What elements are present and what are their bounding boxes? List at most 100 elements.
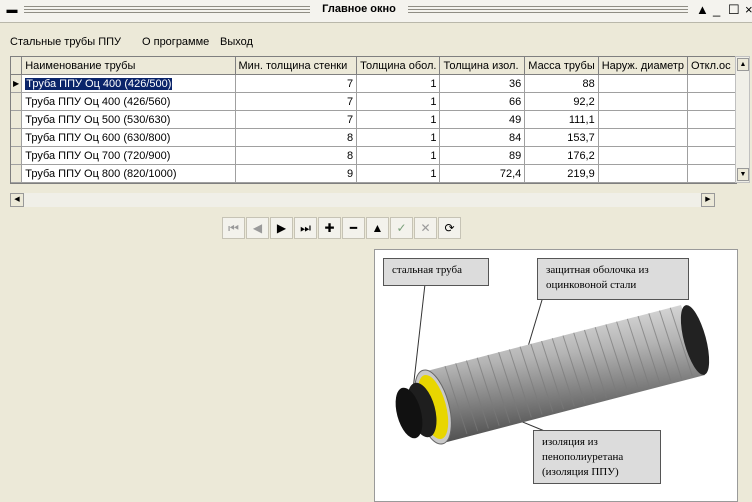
cell-pipe-mass[interactable]: 219,9 bbox=[524, 164, 599, 183]
grid-corner bbox=[11, 57, 23, 75]
callout-insulation: изоляция из пенополиуретана (изоляция ПП… bbox=[533, 430, 661, 484]
column-header-pipe-mass[interactable]: Масса трубы bbox=[524, 57, 599, 75]
cell-name[interactable]: Труба ППУ Оц 400 (426/560) bbox=[21, 92, 236, 111]
pipe-illustration: стальная труба защитная оболочка из оцин… bbox=[374, 249, 738, 502]
cell-deviation[interactable] bbox=[687, 128, 736, 147]
system-menu-icon[interactable]: ▬ bbox=[6, 5, 18, 16]
cell-outer-diameter[interactable] bbox=[598, 74, 689, 93]
column-header-shell-thickness[interactable]: Толщина обол. bbox=[356, 57, 441, 75]
window-title: Главное окно bbox=[322, 3, 396, 15]
table-row[interactable]: Труба ППУ Оц 600 (630/800) 8 1 84 153,7 bbox=[11, 128, 736, 147]
cell-outer-diameter[interactable] bbox=[598, 128, 689, 147]
cell-name[interactable]: Труба ППУ Оц 600 (630/800) bbox=[21, 128, 236, 147]
cell-outer-diameter[interactable] bbox=[598, 164, 689, 183]
post-edit-button[interactable]: ✓ bbox=[390, 217, 413, 239]
column-header-name[interactable]: Наименование трубы bbox=[21, 57, 236, 75]
row-indicator[interactable] bbox=[11, 110, 23, 129]
row-indicator[interactable] bbox=[11, 164, 23, 183]
cell-insulation-thickness[interactable]: 36 bbox=[439, 74, 526, 93]
cell-insulation-thickness[interactable]: 49 bbox=[439, 110, 526, 129]
menu-exit[interactable]: Выход bbox=[220, 36, 253, 48]
cell-pipe-mass[interactable]: 111,1 bbox=[524, 110, 599, 129]
cell-shell-thickness[interactable]: 1 bbox=[356, 92, 441, 111]
pipes-grid[interactable]: Наименование трубы Мин. толщина стенки Т… bbox=[10, 56, 737, 184]
scroll-left-icon[interactable]: ◀ bbox=[10, 193, 24, 207]
cell-name[interactable]: Труба ППУ Оц 800 (820/1000) bbox=[21, 164, 236, 183]
table-row[interactable]: Труба ППУ Оц 700 (720/900) 8 1 89 176,2 bbox=[11, 146, 736, 165]
maximize-button[interactable]: ☐ bbox=[728, 2, 740, 18]
cell-text: Труба ППУ Оц 800 (820/1000) bbox=[25, 167, 177, 180]
cell-outer-diameter[interactable] bbox=[598, 110, 689, 129]
menu-about[interactable]: О программе bbox=[142, 36, 209, 48]
first-record-button[interactable]: ⏮ bbox=[222, 217, 245, 239]
cell-insulation-thickness[interactable]: 72,4 bbox=[439, 164, 526, 183]
cell-deviation[interactable] bbox=[687, 92, 736, 111]
cell-min-wall[interactable]: 7 bbox=[235, 92, 358, 111]
cell-insulation-thickness[interactable]: 89 bbox=[439, 146, 526, 165]
cancel-edit-button[interactable]: ✕ bbox=[414, 217, 437, 239]
column-header-outer-diameter[interactable]: Наруж. диаметр bbox=[598, 57, 689, 75]
row-indicator[interactable] bbox=[11, 92, 23, 111]
cell-shell-thickness[interactable]: 1 bbox=[356, 110, 441, 129]
pipes-table: Наименование трубы Мин. толщина стенки Т… bbox=[11, 57, 736, 183]
close-button[interactable]: × bbox=[745, 2, 752, 18]
cell-deviation[interactable] bbox=[687, 164, 736, 183]
column-header-min-wall[interactable]: Мин. толщина стенки bbox=[235, 57, 358, 75]
grid-horizontal-scrollbar[interactable]: ◀ ▶ bbox=[10, 193, 715, 207]
title-grip-left bbox=[24, 6, 310, 15]
scroll-right-icon[interactable]: ▶ bbox=[701, 193, 715, 207]
cell-outer-diameter[interactable] bbox=[598, 146, 689, 165]
scroll-up-icon[interactable]: ▲ bbox=[737, 58, 749, 71]
callout-shell: защитная оболочка из оцинковоной стали bbox=[537, 258, 689, 300]
insert-record-button[interactable]: ✚ bbox=[318, 217, 341, 239]
title-grip-right bbox=[408, 6, 688, 15]
db-navigator: ⏮ ◀ ▶ ⏭ ✚ ━ ▲ ✓ ✕ ⟳ bbox=[222, 217, 462, 239]
row-indicator[interactable] bbox=[11, 128, 23, 147]
cell-shell-thickness[interactable]: 1 bbox=[356, 164, 441, 183]
cell-min-wall[interactable]: 8 bbox=[235, 128, 358, 147]
menu-steel-pipes[interactable]: Стальные трубы ППУ bbox=[10, 36, 121, 48]
cell-pipe-mass[interactable]: 92,2 bbox=[524, 92, 599, 111]
cell-name[interactable]: Труба ППУ Оц 700 (720/900) bbox=[21, 146, 236, 165]
cell-pipe-mass[interactable]: 176,2 bbox=[524, 146, 599, 165]
refresh-button[interactable]: ⟳ bbox=[438, 217, 461, 239]
table-row[interactable]: Труба ППУ Оц 400 (426/560) 7 1 66 92,2 bbox=[11, 92, 736, 111]
row-indicator[interactable]: ▶ bbox=[11, 74, 23, 93]
cell-name[interactable]: Труба ППУ Оц 400 (426/500) bbox=[21, 74, 236, 93]
cell-deviation[interactable] bbox=[687, 74, 736, 93]
cell-text: Труба ППУ Оц 500 (530/630) bbox=[25, 113, 171, 126]
rollup-button[interactable]: ▲ bbox=[696, 2, 709, 18]
cell-min-wall[interactable]: 7 bbox=[235, 74, 358, 93]
cell-shell-thickness[interactable]: 1 bbox=[356, 128, 441, 147]
cell-deviation[interactable] bbox=[687, 110, 736, 129]
cell-text: Труба ППУ Оц 400 (426/500) bbox=[25, 77, 173, 90]
cell-deviation[interactable] bbox=[687, 146, 736, 165]
column-header-insulation-thickness[interactable]: Толщина изол. bbox=[439, 57, 526, 75]
minimize-button[interactable]: _ bbox=[713, 2, 720, 18]
cell-shell-thickness[interactable]: 1 bbox=[356, 146, 441, 165]
cell-shell-thickness[interactable]: 1 bbox=[356, 74, 441, 93]
next-record-button[interactable]: ▶ bbox=[270, 217, 293, 239]
cell-pipe-mass[interactable]: 88 bbox=[524, 74, 599, 93]
grid-vertical-scrollbar[interactable]: ▲ ▼ bbox=[735, 56, 750, 183]
cell-min-wall[interactable]: 9 bbox=[235, 164, 358, 183]
cell-insulation-thickness[interactable]: 66 bbox=[439, 92, 526, 111]
title-bar: ▬ Главное окно ▲ _ ☐ × bbox=[0, 0, 752, 23]
scroll-down-icon[interactable]: ▼ bbox=[737, 168, 749, 181]
cell-name[interactable]: Труба ППУ Оц 500 (530/630) bbox=[21, 110, 236, 129]
cell-outer-diameter[interactable] bbox=[598, 92, 689, 111]
table-row[interactable]: Труба ППУ Оц 500 (530/630) 7 1 49 111,1 bbox=[11, 110, 736, 129]
prior-record-button[interactable]: ◀ bbox=[246, 217, 269, 239]
edit-record-button[interactable]: ▲ bbox=[366, 217, 389, 239]
cell-min-wall[interactable]: 8 bbox=[235, 146, 358, 165]
cell-pipe-mass[interactable]: 153,7 bbox=[524, 128, 599, 147]
pipe-body bbox=[395, 305, 710, 445]
table-row[interactable]: Труба ППУ Оц 800 (820/1000) 9 1 72,4 219,9 bbox=[11, 164, 736, 183]
delete-record-button[interactable]: ━ bbox=[342, 217, 365, 239]
cell-insulation-thickness[interactable]: 84 bbox=[439, 128, 526, 147]
last-record-button[interactable]: ⏭ bbox=[294, 217, 317, 239]
table-row[interactable]: ▶ Труба ППУ Оц 400 (426/500) 7 1 36 88 bbox=[11, 74, 736, 93]
column-header-deviation[interactable]: Откл.ос bbox=[687, 57, 736, 75]
row-indicator[interactable] bbox=[11, 146, 23, 165]
cell-min-wall[interactable]: 7 bbox=[235, 110, 358, 129]
